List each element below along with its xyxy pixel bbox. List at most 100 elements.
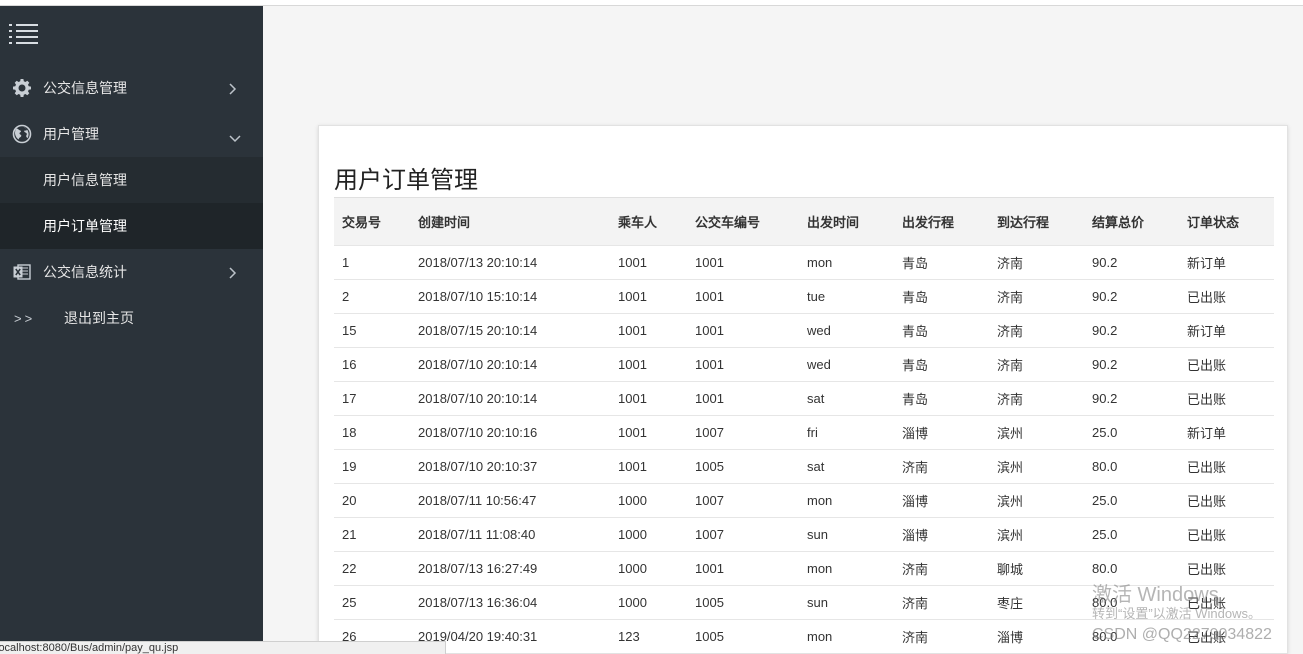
chevron-right-icon — [229, 82, 237, 98]
table-cell: 1001 — [618, 391, 647, 406]
table-cell: 2018/07/13 16:27:49 — [418, 561, 538, 576]
table-cell: sat — [807, 391, 825, 406]
page-title: 用户订单管理 — [334, 167, 478, 194]
table-cell: 1001 — [618, 357, 647, 372]
table-cell: 1001 — [695, 289, 724, 304]
sidebar-subitem-label: 用户订单管理 — [43, 218, 127, 234]
table-cell: 2018/07/10 20:10:16 — [418, 425, 538, 440]
table-cell: 1001 — [618, 323, 647, 338]
table-cell: 90.2 — [1092, 357, 1118, 372]
sidebar-item-bus-info[interactable]: 公交信息管理 — [0, 65, 263, 111]
table-cell: 21 — [342, 527, 357, 542]
table-cell: 济南 — [902, 460, 929, 475]
table-cell: 16 — [342, 357, 357, 372]
table-cell: 1007 — [695, 527, 724, 542]
table-row[interactable]: 21 2018/07/11 11:08:40 1000 1007 sun 淄博 滨州 25.0… — [334, 517, 1274, 552]
table-header-row: 交易号 创建时间 乘车人 公交车编号 出发时间 出发行程 到达行程 结算总价 订单状态 — [334, 197, 1274, 246]
sidebar-subitem-label: 用户信息管理 — [43, 172, 127, 188]
csdn-watermark: CSDN @QQ2279034822 — [1092, 626, 1272, 643]
table-cell: mon — [807, 561, 833, 576]
table-cell: 2018/07/11 11:08:40 — [418, 527, 536, 542]
watermark-title: 激活 Windows — [1092, 584, 1219, 606]
table-cell: 19 — [342, 459, 357, 474]
sidebar-subitem-user-info[interactable]: 用户信息管理 — [0, 157, 263, 203]
chevron-down-icon — [229, 130, 241, 146]
watermark-subtitle: 转到“设置”以激活 Windows。 — [1092, 606, 1262, 621]
table-cell: 新订单 — [1187, 426, 1227, 441]
sidebar-item-label: 公交信息统计 — [43, 264, 127, 280]
table-cell: 90.2 — [1092, 323, 1118, 338]
table-cell: tue — [807, 289, 826, 304]
table-cell: 新订单 — [1187, 256, 1227, 271]
table-cell: 聊城 — [997, 562, 1024, 577]
table-row[interactable]: 15 2018/07/15 20:10:14 1001 1001 wed 青岛 济南 90.2… — [334, 313, 1274, 348]
table-cell: 1000 — [618, 595, 647, 610]
table-cell: 已出账 — [1187, 562, 1227, 577]
table-cell: 1000 — [618, 527, 647, 542]
table-cell: 1001 — [695, 561, 724, 576]
table-cell: 青岛 — [902, 290, 929, 305]
sidebar-item-user-management[interactable]: 用户管理 — [0, 111, 263, 157]
table-cell: 枣庄 — [997, 596, 1024, 611]
table-cell: 1001 — [695, 391, 724, 406]
table-row[interactable]: 19 2018/07/10 20:10:37 1001 1005 sat 济南 滨州 80.0… — [334, 449, 1274, 484]
sidebar-item-logout[interactable]: >> 退出到主页 — [0, 295, 263, 341]
table-cell: 90.2 — [1092, 289, 1118, 304]
windows-activation-watermark: 激活 Windows 转到“设置”以激活 Windows。 — [1092, 584, 1261, 622]
table-cell: 1001 — [695, 323, 724, 338]
table-cell: 1000 — [618, 493, 647, 508]
browser-status-url: localhost:8080/Bus/admin/pay_qu.jsp — [0, 641, 446, 654]
table-cell: 2018/07/15 20:10:14 — [418, 323, 538, 338]
table-row[interactable]: 16 2018/07/10 20:10:14 1001 1001 wed 青岛 济南 90.2… — [334, 347, 1274, 382]
table-cell: sun — [807, 595, 828, 610]
table-cell: 新订单 — [1187, 324, 1227, 339]
table-row[interactable]: 22 2018/07/13 16:27:49 1000 1001 mon 济南 聊城 80.0… — [334, 551, 1274, 586]
table-cell: 1001 — [618, 425, 647, 440]
table-cell: 滨州 — [997, 528, 1024, 543]
table-cell: 1001 — [695, 255, 724, 270]
column-header: 创建时间 — [418, 215, 471, 230]
gear-icon — [11, 77, 33, 99]
excel-icon — [11, 261, 33, 283]
sidebar-item-label: 用户管理 — [43, 126, 99, 142]
table-cell: mon — [807, 629, 833, 645]
table-cell: 2018/07/10 20:10:14 — [418, 357, 538, 372]
table-cell: 济南 — [902, 562, 929, 577]
table-cell: 济南 — [997, 256, 1024, 271]
table-cell: 已出账 — [1187, 392, 1227, 407]
table-cell: 2 — [342, 289, 350, 304]
table-row[interactable]: 2 2018/07/10 15:10:14 1001 1001 tue 青岛 济南 90.2 已… — [334, 279, 1274, 314]
sidebar-subitem-user-orders[interactable]: 用户订单管理 — [0, 203, 263, 249]
table-row[interactable]: 20 2018/07/11 10:56:47 1000 1007 mon 淄博 滨州 25.0… — [334, 483, 1274, 518]
menu-toggle-icon[interactable] — [9, 22, 39, 48]
logout-label: 退出到主页 — [64, 310, 134, 326]
table-cell: 济南 — [902, 596, 929, 611]
table-row[interactable]: 18 2018/07/10 20:10:16 1001 1007 fri 淄博 滨州 25.0… — [334, 415, 1274, 450]
table-cell: 20 — [342, 493, 357, 508]
table-cell: 15 — [342, 323, 357, 338]
globe-icon — [11, 123, 33, 145]
table-cell: 123 — [618, 629, 640, 645]
table-row[interactable]: 1 2018/07/13 20:10:14 1001 1001 mon 青岛 济南 90.2 新… — [334, 245, 1274, 280]
table-cell: 淄博 — [902, 494, 929, 509]
table-cell: 淄博 — [902, 528, 929, 543]
table-cell: 已出账 — [1187, 528, 1227, 543]
column-header: 出发行程 — [902, 215, 955, 230]
table-cell: 1005 — [695, 629, 724, 645]
column-header: 到达行程 — [997, 215, 1050, 230]
table-cell: 已出账 — [1187, 290, 1227, 305]
table-cell: 已出账 — [1187, 460, 1227, 475]
sidebar-item-bus-statistics[interactable]: 公交信息统计 — [0, 249, 263, 295]
chevron-right-icon — [229, 266, 237, 282]
table-cell: 青岛 — [902, 256, 929, 271]
sidebar-item-label: 公交信息管理 — [43, 80, 127, 96]
table-cell: 1001 — [618, 255, 647, 270]
table-cell: 1 — [342, 255, 350, 270]
table-cell: 已出账 — [1187, 494, 1227, 509]
orders-panel: 用户订单管理 交易号 创建时间 乘车人 公交车编号 出发时间 出发行程 到达行程 结算总价 订单… — [318, 125, 1288, 654]
table-cell: fri — [807, 425, 818, 440]
table-row[interactable]: 17 2018/07/10 20:10:14 1001 1001 sat 青岛 济南 90.2… — [334, 381, 1274, 416]
table-cell: 22 — [342, 561, 357, 576]
table-cell: 济南 — [997, 324, 1024, 339]
column-header: 乘车人 — [618, 215, 658, 230]
